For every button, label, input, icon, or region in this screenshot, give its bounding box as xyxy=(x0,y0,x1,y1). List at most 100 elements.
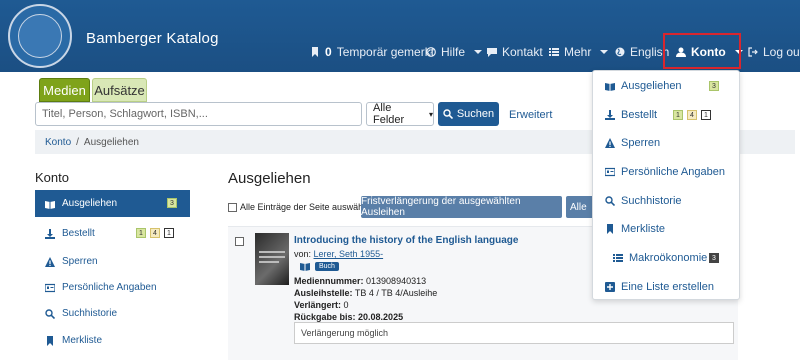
sidebar-item-label: Merkliste xyxy=(62,335,103,346)
search-icon xyxy=(605,196,615,206)
dropdown-item-blocks[interactable]: Sperren xyxy=(605,137,660,149)
download-icon xyxy=(605,110,615,120)
record-title-link[interactable]: Introducing the history of the English l… xyxy=(294,235,518,246)
search-field-select-value: Alle Felder xyxy=(373,102,405,126)
dropdown-item-create-list[interactable]: Eine Liste erstellen xyxy=(605,281,714,293)
dropdown-item-list-makrooekonomie[interactable]: Makroökonomie xyxy=(613,252,707,264)
field-value: TB 4 / TB 4/Ausleihe xyxy=(354,288,438,298)
sidebar-item-personal-data[interactable]: Persönliche Angaben xyxy=(35,274,190,301)
record-checkbox[interactable] xyxy=(235,237,244,246)
university-seal-logo[interactable] xyxy=(8,4,72,68)
dropdown-item-watchlist[interactable]: Merkliste xyxy=(605,223,665,235)
more-label: Mehr xyxy=(564,45,592,59)
record-medium-number: Mediennummer: 013908940313 xyxy=(294,276,426,286)
record-renewed: Verlängert: 0 xyxy=(294,300,349,310)
dropdown-item-label: Makroökonomie xyxy=(629,252,708,264)
book-open-icon xyxy=(605,83,615,91)
search-icon xyxy=(45,308,55,319)
sidebar-item-blocks[interactable]: Sperren xyxy=(35,248,190,275)
sidebar-item-search-history[interactable]: Suchhistorie xyxy=(35,300,190,327)
record-author-row: von: Lerer, Seth 1955- xyxy=(294,249,383,259)
tab-articles[interactable]: Aufsätze xyxy=(92,78,147,102)
search-input[interactable]: Titel, Person, Schlagwort, ISBN,... xyxy=(35,102,362,126)
sidebar-item-label: Suchhistorie xyxy=(62,308,118,319)
brand-title[interactable]: Bamberger Katalog xyxy=(86,30,219,47)
count-badge: 1 xyxy=(164,228,174,238)
field-label: Verlängert: xyxy=(294,300,342,310)
field-label: Mediennummer: xyxy=(294,276,364,286)
logout-label: Log out xyxy=(763,45,800,59)
count-badge: 1 xyxy=(673,110,683,120)
nav-contact[interactable]: Kontakt xyxy=(487,44,543,60)
nav-more[interactable]: Mehr xyxy=(549,44,609,60)
sidebar-ordered-badges: 1 4 1 xyxy=(136,228,174,238)
bookmark-icon xyxy=(607,224,613,234)
dropdown-item-personal-data[interactable]: Persönliche Angaben xyxy=(605,166,725,178)
count-badge: 1 xyxy=(701,110,711,120)
count-badge: 1 xyxy=(136,228,146,238)
field-value: 20.08.2025 xyxy=(358,312,404,322)
dropdown-item-borrowed[interactable]: Ausgeliehen xyxy=(605,80,682,92)
nav-logout[interactable]: Log out xyxy=(748,44,800,60)
breadcrumb-account-link[interactable]: Konto xyxy=(45,137,71,148)
advanced-search-link[interactable]: Erweitert xyxy=(509,109,552,121)
book-cover-image[interactable] xyxy=(255,233,289,285)
field-value: 0 xyxy=(343,300,349,310)
id-card-icon xyxy=(45,283,55,292)
top-header: Bamberger Katalog 0 Temporär gemerkt ? H… xyxy=(0,0,800,72)
sidebar-item-label: Bestellt xyxy=(62,228,95,239)
count-badge: 4 xyxy=(150,228,160,238)
count-badge: 3 xyxy=(167,198,177,208)
nav-language[interactable]: English xyxy=(615,44,669,60)
warning-icon xyxy=(605,138,615,148)
contact-label: Kontakt xyxy=(502,45,543,59)
bookmarks-count: 0 xyxy=(325,45,332,59)
record-author-link[interactable]: Lerer, Seth 1955- xyxy=(314,249,384,259)
renew-selected-button[interactable]: Fristverlängerung der ausgewählten Ausle… xyxy=(361,196,562,218)
field-value: 013908940313 xyxy=(366,276,427,286)
dropdown-item-search-history[interactable]: Suchhistorie xyxy=(605,195,682,207)
dropdown-ordered-badges: 1 4 1 xyxy=(673,110,711,120)
page-title: Ausgeliehen xyxy=(228,170,311,187)
select-all-checkbox[interactable] xyxy=(228,202,237,212)
nav-help[interactable]: ? Hilfe xyxy=(426,44,483,60)
count-badge: 4 xyxy=(687,110,697,120)
select-all-row[interactable]: Alle Einträge der Seite auswählen xyxy=(228,202,375,212)
tab-media[interactable]: Medien xyxy=(39,78,90,102)
renew-all-button[interactable]: Alle xyxy=(566,196,594,218)
help-label: Hilfe xyxy=(441,45,466,59)
book-open-icon xyxy=(45,200,55,209)
svg-text:?: ? xyxy=(429,50,433,57)
globe-icon xyxy=(615,47,625,57)
search-field-select[interactable]: Alle Felder ▾ xyxy=(366,102,434,126)
sidebar-item-watchlist[interactable]: Merkliste xyxy=(35,327,190,354)
sidebar-title: Konto xyxy=(35,170,69,185)
bookmark-icon xyxy=(312,47,318,57)
account-dropdown-menu: Ausgeliehen 3 Bestellt 1 4 1 Sperren Per… xyxy=(592,70,740,300)
field-label: Ausleihstelle: xyxy=(294,288,353,298)
download-icon xyxy=(45,228,55,239)
list-icon xyxy=(613,254,623,262)
list-icon xyxy=(549,48,559,56)
bookmark-icon xyxy=(47,335,53,346)
nav-bookmarks[interactable]: 0 Temporär gemerkt xyxy=(310,44,434,60)
dropdown-item-label: Sperren xyxy=(621,137,661,149)
sidebar-item-label: Persönliche Angaben xyxy=(62,282,157,293)
chevron-down-icon xyxy=(600,50,609,54)
book-icon xyxy=(300,263,310,271)
field-label: Rückgabe bis: xyxy=(294,312,356,322)
count-badge: 3 xyxy=(709,81,719,91)
record-location: Ausleihstelle: TB 4 / TB 4/Ausleihe xyxy=(294,288,437,298)
dropdown-item-label: Eine Liste erstellen xyxy=(621,281,714,293)
sidebar-item-label: Sperren xyxy=(62,256,98,267)
search-button[interactable]: Suchen xyxy=(438,102,499,126)
plus-square-icon xyxy=(605,282,615,292)
comment-icon xyxy=(487,48,497,57)
chevron-down-icon xyxy=(474,50,483,54)
format-badge: Buch xyxy=(315,262,339,271)
dropdown-item-label: Persönliche Angaben xyxy=(621,166,725,178)
author-prefix: von: xyxy=(294,249,312,259)
dropdown-item-ordered[interactable]: Bestellt xyxy=(605,109,657,121)
dropdown-item-label: Bestellt xyxy=(621,109,658,121)
question-circle-icon: ? xyxy=(426,47,436,57)
